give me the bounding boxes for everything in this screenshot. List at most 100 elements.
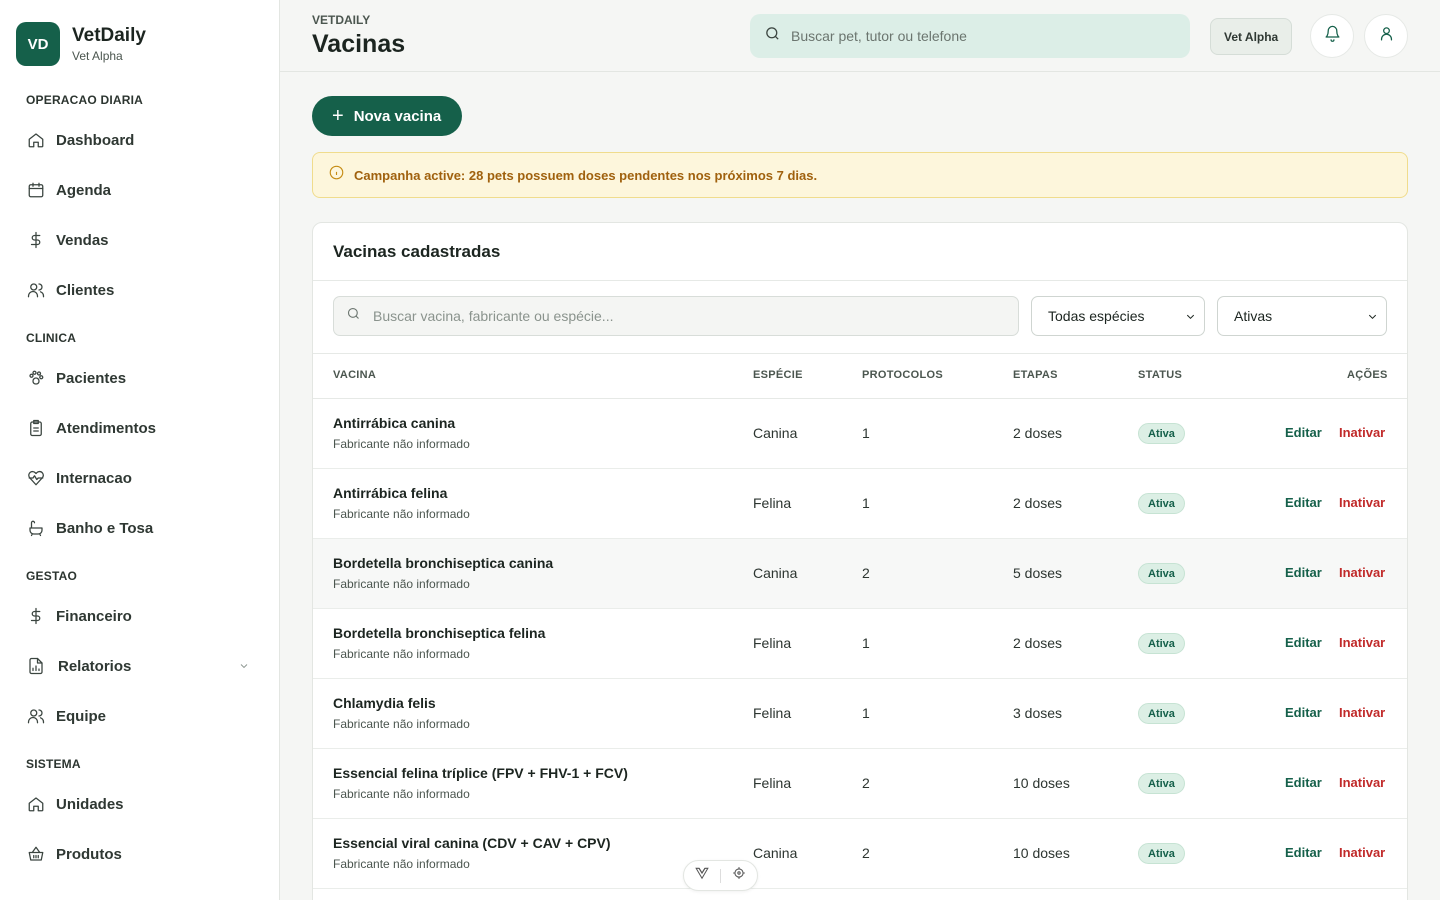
search-icon: [346, 306, 361, 326]
section-label-clinica: CLINICA: [26, 331, 77, 345]
report-icon: [26, 656, 46, 676]
column-header-status[interactable]: STATUS: [1138, 369, 1182, 381]
sidebar-item-clientes[interactable]: Clientes: [26, 273, 256, 307]
chevron-down-icon: [1368, 314, 1377, 320]
vaccine-steps: 2 doses: [1013, 495, 1063, 511]
inactivate-link[interactable]: Inativar: [1339, 635, 1385, 650]
column-header-protocolos[interactable]: PROTOCOLOS: [862, 369, 943, 381]
edit-link[interactable]: Editar: [1285, 425, 1322, 440]
sidebar-item-financeiro[interactable]: Financeiro: [26, 599, 256, 633]
plus-icon: +: [332, 105, 344, 127]
table-row[interactable]: Bordetella bronchiseptica felina Fabrica…: [313, 609, 1407, 679]
sidebar-item-dashboard[interactable]: Dashboard: [26, 123, 256, 157]
sidebar-item-agenda[interactable]: Agenda: [26, 173, 256, 207]
inactivate-link[interactable]: Inativar: [1339, 495, 1385, 510]
sidebar-item-label: Unidades: [56, 795, 124, 813]
vaccine-species: Felina: [753, 775, 792, 791]
inactivate-link[interactable]: Inativar: [1339, 565, 1385, 580]
page-title: Vacinas: [312, 30, 406, 58]
global-search[interactable]: [750, 14, 1190, 58]
status-filter-select[interactable]: Ativas: [1217, 296, 1387, 336]
vaccine-steps: 5 doses: [1013, 565, 1063, 581]
section-label-operacao: OPERACAO DIARIA: [26, 93, 144, 107]
clipboard-icon: [26, 418, 46, 438]
inactivate-link[interactable]: Inativar: [1339, 845, 1385, 860]
table-row[interactable]: Essencial felina tríplice (FPV + FHV-1 +…: [313, 749, 1407, 819]
table-row[interactable]: Chlamydia felis Fabricante não informado…: [313, 679, 1407, 749]
vaccine-species: Felina: [753, 495, 792, 511]
vue-logo-icon[interactable]: [695, 866, 709, 885]
edit-link[interactable]: Editar: [1285, 845, 1322, 860]
user-icon: [1378, 25, 1395, 47]
sidebar-item-unidades[interactable]: Unidades: [26, 787, 256, 821]
new-vaccine-label: Nova vacina: [353, 107, 442, 125]
edit-link[interactable]: Editar: [1285, 565, 1322, 580]
edit-link[interactable]: Editar: [1285, 775, 1322, 790]
vaccine-name: Chlamydia felis: [333, 695, 436, 711]
status-badge: Ativa: [1138, 843, 1185, 864]
status-badge: Ativa: [1138, 633, 1185, 654]
sidebar-item-label: Atendimentos: [56, 419, 157, 437]
sidebar-item-label: Clientes: [56, 281, 115, 299]
new-vaccine-button[interactable]: + Nova vacina: [312, 96, 463, 136]
column-header-especie[interactable]: ESPÉCIE: [753, 369, 803, 381]
vaccine-steps: 10 doses: [1013, 845, 1070, 861]
edit-link[interactable]: Editar: [1285, 705, 1322, 720]
inactivate-link[interactable]: Inativar: [1339, 705, 1385, 720]
edit-link[interactable]: Editar: [1285, 495, 1322, 510]
global-search-input[interactable]: [791, 28, 1171, 44]
unit-selector-button[interactable]: Vet Alpha: [1210, 18, 1293, 55]
basket-icon: [26, 844, 46, 864]
sidebar-item-internacao[interactable]: Internacao: [26, 461, 256, 495]
species-filter-select[interactable]: Todas espécies: [1031, 296, 1205, 336]
brand-name: VetDaily: [72, 25, 146, 46]
vaccine-search[interactable]: [333, 296, 1019, 336]
vaccine-steps: 2 doses: [1013, 635, 1063, 651]
sidebar-item-relatorios[interactable]: Relatorios: [26, 649, 256, 683]
sidebar-item-pacientes[interactable]: Pacientes: [26, 361, 256, 395]
column-header-acoes: AÇÕES: [1347, 369, 1388, 381]
sidebar-item-label: Vendas: [56, 231, 109, 249]
floating-toolbar[interactable]: [683, 860, 758, 891]
table-row[interactable]: Antirrábica felina Fabricante não inform…: [313, 469, 1407, 539]
inactivate-link[interactable]: Inativar: [1339, 775, 1385, 790]
profile-button[interactable]: [1364, 14, 1408, 58]
vaccine-steps: 10 doses: [1013, 775, 1070, 791]
sidebar-item-banho-tosa[interactable]: Banho e Tosa: [26, 511, 256, 545]
chevron-down-icon[interactable]: [238, 659, 250, 676]
brand[interactable]: VD VetDaily Vet Alpha: [16, 22, 146, 66]
top-header: VETDAILY Vacinas Vet Alpha: [280, 0, 1440, 72]
vaccine-species: Canina: [753, 845, 798, 861]
heart-pulse-icon: [26, 468, 46, 488]
column-header-vacina[interactable]: VACINA: [333, 369, 376, 381]
sidebar-item-atendimentos[interactable]: Atendimentos: [26, 411, 256, 445]
inactivate-link[interactable]: Inativar: [1339, 425, 1385, 440]
notifications-button[interactable]: [1310, 14, 1354, 58]
sidebar-item-produtos[interactable]: Produtos: [26, 837, 256, 871]
table-row[interactable]: Essencial viral canina (CDV + CAV + CPV)…: [313, 819, 1407, 889]
column-header-etapas[interactable]: ETAPAS: [1013, 369, 1058, 381]
status-badge: Ativa: [1138, 423, 1185, 444]
sidebar-item-equipe[interactable]: Equipe: [26, 699, 256, 733]
table-row[interactable]: Antirrábica canina Fabricante não inform…: [313, 399, 1407, 469]
vaccine-search-input[interactable]: [373, 308, 973, 324]
section-label-sistema: SISTEMA: [26, 757, 81, 771]
vaccine-steps: 3 doses: [1013, 705, 1063, 721]
separator: [720, 868, 721, 883]
chevron-down-icon: [1186, 314, 1195, 320]
sidebar-item-label: Internacao: [56, 469, 132, 487]
status-filter-value: Ativas: [1234, 308, 1273, 324]
vaccine-species: Felina: [753, 705, 792, 721]
vaccine-protocols: 2: [862, 565, 870, 581]
vaccine-manufacturer: Fabricante não informado: [333, 437, 470, 451]
species-filter-value: Todas espécies: [1048, 308, 1145, 324]
sidebar-item-vendas[interactable]: Vendas: [26, 223, 256, 257]
sidebar-item-label: Financeiro: [56, 607, 132, 625]
users-icon: [26, 280, 46, 300]
crosshair-icon[interactable]: [732, 866, 746, 885]
dollar-icon: [26, 230, 46, 250]
edit-link[interactable]: Editar: [1285, 635, 1322, 650]
table-row[interactable]: Bordetella bronchiseptica canina Fabrica…: [313, 539, 1407, 609]
sidebar: VD VetDaily Vet Alpha OPERACAO DIARIA Da…: [0, 0, 280, 900]
dollar-icon: [26, 606, 46, 626]
